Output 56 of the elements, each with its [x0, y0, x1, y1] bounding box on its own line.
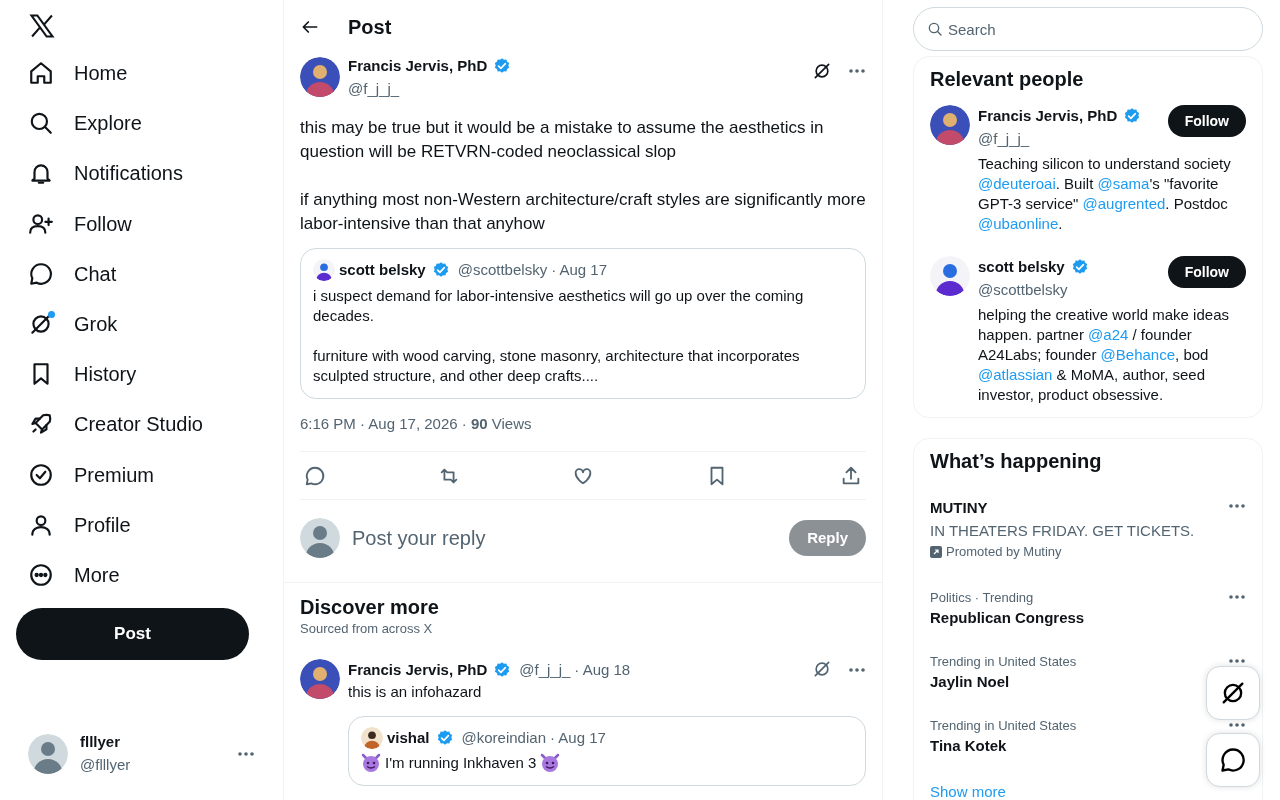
- follow-button[interactable]: Follow: [1167, 105, 1246, 137]
- trend-context: Politics · Trending: [930, 588, 1035, 607]
- post-text: this may be true but it would be a mistake to assume the aesthetics in question will be RETVRN-coded neoclassical slop: [300, 117, 825, 163]
- post-text: if anything most non-Western architecture/craft styles are significantly more labor-intensive than that anyhow: [300, 189, 866, 235]
- post-button[interactable]: Post: [16, 608, 249, 661]
- post-date: · Aug 17: [551, 260, 608, 280]
- quote-text: i suspect demand for labor-intensive aesthetics will go up over the coming decades.: [313, 285, 805, 326]
- post-date: · Aug 18: [574, 659, 631, 680]
- author-name: vishal: [387, 727, 430, 748]
- author-handle: @scottbelsky: [978, 279, 1069, 300]
- trend-description: IN THEATERS FRIDAY. GET TICKETS.: [930, 520, 1195, 541]
- trend-title: MUTINY: [930, 498, 989, 518]
- post-meta: 6:16 PM · Aug 17, 2026 · 90 Views: [299, 413, 533, 434]
- post-text: this is an infohazard: [348, 682, 483, 702]
- nav-item[interactable]: Profile: [16, 499, 143, 550]
- author-handle: @f_j_j_: [519, 659, 571, 680]
- nav-item[interactable]: Creator Studio: [16, 399, 215, 450]
- trend-title: Tina Kotek: [930, 736, 1008, 756]
- post-date: · Aug 17: [550, 727, 606, 748]
- author-name: Francis Jervis, PhD: [348, 659, 488, 680]
- author-handle: @koreindian: [461, 727, 546, 748]
- section-title: Discover more: [300, 595, 440, 619]
- nav-item[interactable]: Explore: [16, 98, 154, 149]
- trend-context: Trending in United States: [930, 716, 1077, 735]
- nav-item[interactable]: Home: [16, 48, 140, 99]
- nav-item[interactable]: Notifications: [16, 148, 195, 199]
- nav-item[interactable]: Follow: [16, 198, 144, 249]
- account-handle: @flllyer: [80, 754, 132, 775]
- nav-item[interactable]: History: [16, 349, 149, 400]
- bio-text: helping the creative world make ideas happen. partner @a24 / founder A24Labs; founder @Behance, bod @atlassian & MoMA, author, seed investor, product obsessive.: [978, 305, 1230, 405]
- author-name: scott belsky: [978, 257, 1065, 277]
- search-field[interactable]: Search: [913, 7, 1263, 51]
- card-title: Relevant people: [930, 67, 1085, 91]
- section-subtitle: Sourced from across X: [300, 620, 434, 638]
- follow-button[interactable]: Follow: [1167, 256, 1246, 288]
- nav-item[interactable]: Premium: [16, 449, 166, 500]
- author-handle: @scottbelsky: [457, 260, 548, 280]
- trend-context: Trending in United States: [930, 652, 1077, 671]
- account-name: flllyer: [80, 732, 122, 752]
- quoted-post[interactable]: vishal @koreindian · Aug 17 I'm running Inkhaven 3: [348, 715, 866, 786]
- author-name: scott belsky: [339, 260, 426, 280]
- bio-text: Teaching silicon to understand society @deuteroai. Built @sama's "favorite GPT-3 service" @augrented. Postdoc @ubaonline.: [978, 154, 1232, 234]
- author-handle: @f_j_j_: [348, 78, 401, 99]
- author-name: Francis Jervis, PhD: [348, 56, 488, 76]
- page-title: Post: [348, 14, 392, 39]
- card-title: What’s happening: [930, 449, 1103, 473]
- trend-title: Republican Congress: [930, 608, 1085, 628]
- author-name: Francis Jervis, PhD: [978, 106, 1118, 126]
- trend-title: Jaylin Noel: [930, 672, 1011, 692]
- nav-item[interactable]: Grok: [16, 298, 130, 350]
- quote-text: I'm running Inkhaven 3: [385, 753, 537, 773]
- nav-item[interactable]: More: [16, 549, 132, 601]
- nav-item[interactable]: Chat: [16, 248, 129, 299]
- author-handle: @f_j_j_: [978, 128, 1031, 149]
- quote-text: furniture with wood carving, stone masonry, architecture that incorporates sculpted structure, and other deep crafts....: [313, 345, 801, 386]
- promoted-label: Promoted by Mutiny: [946, 543, 1062, 561]
